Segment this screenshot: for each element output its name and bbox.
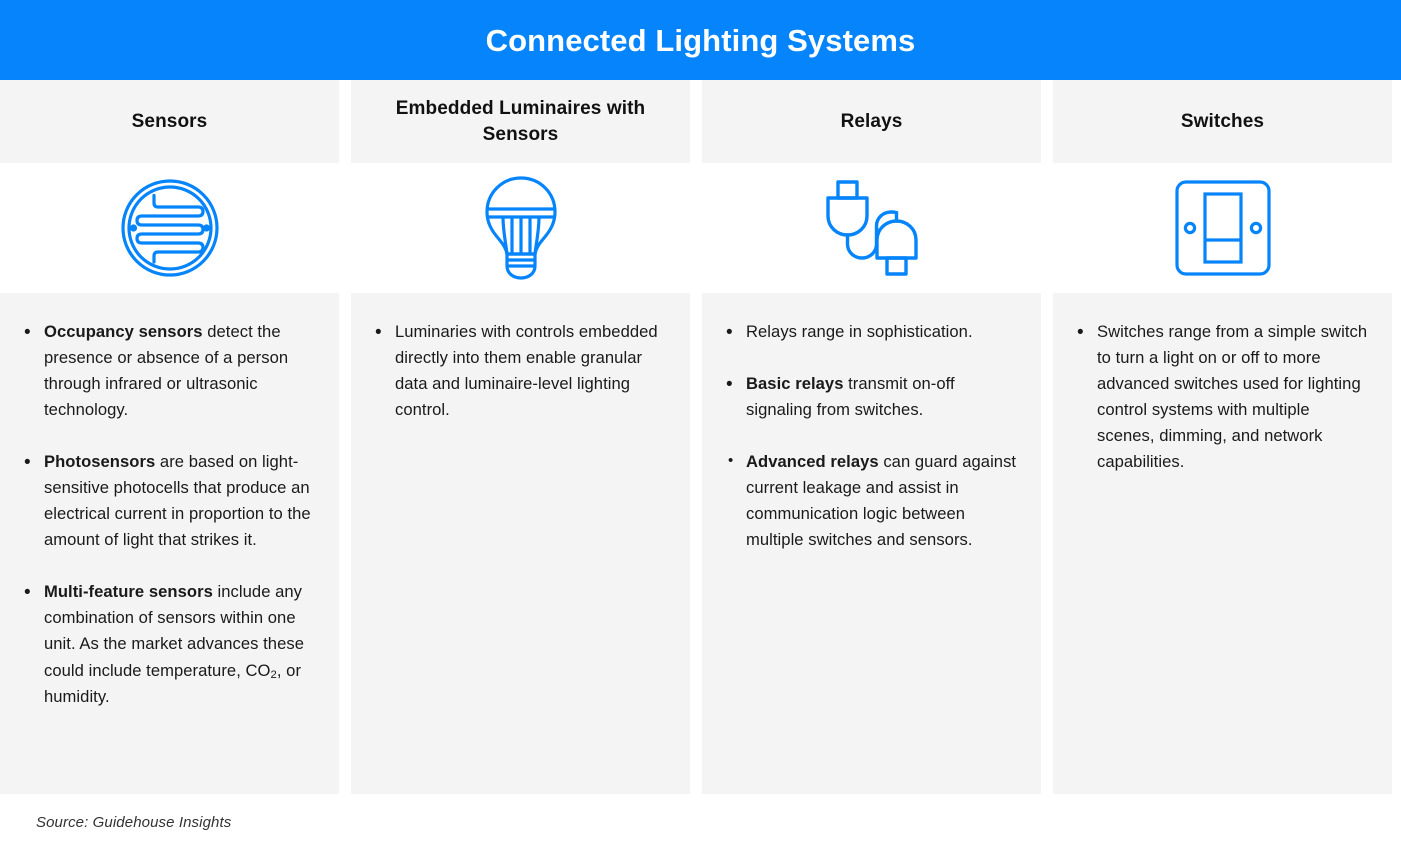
column-heading-label: Embedded Luminaires with Sensors bbox=[395, 98, 646, 145]
column-switches: Switches Switches range from a simple sw… bbox=[1053, 80, 1392, 794]
title-banner: Connected Lighting Systems bbox=[0, 0, 1401, 80]
list-item: Switches range from a simple switch to t… bbox=[1073, 318, 1370, 475]
icon-cell-switches bbox=[1053, 163, 1392, 293]
column-header-switches: Switches bbox=[1053, 80, 1392, 163]
bullet-bold-lead: Basic relays bbox=[746, 374, 844, 394]
column-header-embedded-luminaires: Embedded Luminaires with Sensors bbox=[351, 80, 690, 163]
lightbulb-icon bbox=[481, 176, 561, 280]
column-embedded-luminaires: Embedded Luminaires with Sensors • Lumin… bbox=[351, 80, 690, 794]
photosensor-circle-icon bbox=[120, 178, 220, 278]
plug-cable-icon bbox=[825, 178, 918, 278]
column-body-embedded-luminaires: Luminaries with controls embedded direct… bbox=[351, 293, 690, 794]
column-heading-label: Switches bbox=[1180, 110, 1265, 132]
bullet-list: Switches range from a simple switch to t… bbox=[1073, 318, 1370, 475]
bullet-list: Luminaries with controls embedded direct… bbox=[371, 318, 668, 423]
column-header-sensors: Sensors bbox=[0, 80, 339, 163]
column-grid: Sensors Occupancy sensors detect the pre… bbox=[0, 80, 1401, 794]
list-item: Occupancy sensors detect the presence or… bbox=[20, 318, 317, 423]
column-body-relays: Relays range in sophistication. Basic re… bbox=[702, 293, 1041, 794]
list-item: Basic relays transmit on-off signaling f… bbox=[722, 370, 1019, 423]
list-item: Advanced relays can guard against curren… bbox=[722, 449, 1019, 553]
bullet-bold-lead: Photosensors bbox=[44, 452, 156, 472]
column-heading-label: Sensors bbox=[131, 110, 208, 132]
column-header-relays: Relays bbox=[702, 80, 1041, 163]
column-relays: Relays Relays range in sophistication. bbox=[702, 80, 1041, 794]
bullet-text: Switches range from a simple switch to t… bbox=[1097, 322, 1368, 472]
icon-cell-sensors bbox=[0, 163, 339, 293]
column-heading-label: Relays bbox=[840, 110, 903, 132]
bullet-bold-lead: Occupancy sensors bbox=[44, 322, 203, 341]
subscript-two: 2 bbox=[270, 669, 277, 682]
list-item: Luminaries with controls embedded direct… bbox=[371, 318, 668, 423]
page-title: Connected Lighting Systems bbox=[485, 22, 916, 58]
list-item: Photosensors are based on light-sensitiv… bbox=[20, 448, 317, 553]
column-body-sensors: Occupancy sensors detect the presence or… bbox=[0, 293, 339, 794]
bullet-text: Relays range in sophistication. bbox=[746, 322, 973, 341]
bullet-list: Occupancy sensors detect the presence or… bbox=[20, 318, 317, 710]
bullet-bold-lead: Multi-feature sensors bbox=[44, 582, 213, 602]
icon-cell-relays bbox=[702, 163, 1041, 293]
bullet-text: Luminaries with controls embedded direct… bbox=[395, 322, 658, 420]
column-body-switches: Switches range from a simple switch to t… bbox=[1053, 293, 1392, 794]
infographic-root: Connected Lighting Systems Sensors • Occ… bbox=[0, 0, 1401, 854]
source-attribution: Source: Guidehouse Insights bbox=[36, 814, 232, 831]
list-item: Multi-feature sensors include any combin… bbox=[20, 578, 317, 709]
column-sensors: Sensors Occupancy sensors detect the pre… bbox=[0, 80, 339, 794]
wall-switch-icon bbox=[1174, 180, 1271, 276]
icon-cell-embedded-luminaires bbox=[351, 163, 690, 293]
bullet-list: Relays range in sophistication. Basic re… bbox=[722, 318, 1019, 553]
bullet-bold-lead: Advanced relays bbox=[746, 452, 879, 472]
list-item: Relays range in sophistication. bbox=[722, 318, 1019, 348]
